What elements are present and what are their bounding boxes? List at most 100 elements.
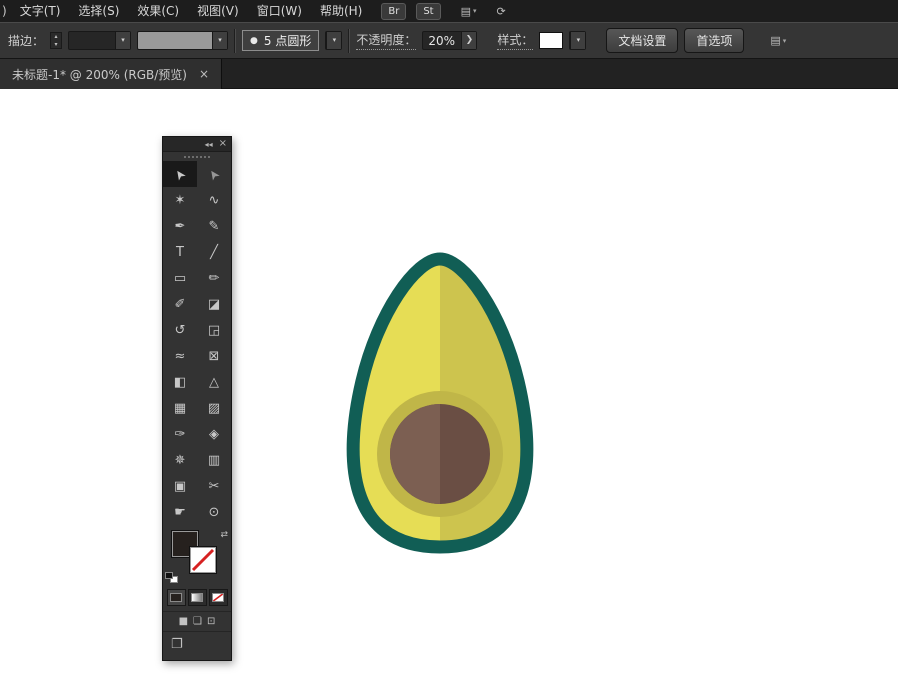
style-swatch[interactable] <box>539 32 564 49</box>
rotate-icon: ↺ <box>174 322 186 338</box>
opacity-combo[interactable]: 20% ❯ <box>422 31 478 50</box>
blend-icon: ◈ <box>209 426 219 442</box>
share-screen-button[interactable]: ⟳ <box>497 5 506 18</box>
hand-tool[interactable]: ☛ <box>163 499 197 525</box>
menu-item-partial[interactable]: ) <box>0 0 11 22</box>
width-profile-combo[interactable]: ▾ <box>137 31 229 50</box>
panel-grip[interactable] <box>163 152 231 161</box>
eyedropper-icon: ✑ <box>174 426 186 442</box>
chevron-right-icon[interactable]: ❯ <box>461 32 477 49</box>
selection-icon: ➤ <box>170 165 190 183</box>
share-screen-icon: ⟳ <box>496 4 506 18</box>
symbol-sprayer-icon: ✵ <box>174 452 186 468</box>
slice-tool[interactable]: ✂ <box>197 473 231 499</box>
brush-definition-combo[interactable]: ● 5 点圆形 <box>242 30 320 51</box>
menu-item-help[interactable]: 帮助(H) <box>311 0 371 22</box>
stroke-swatch[interactable] <box>189 546 217 574</box>
magic-wand-tool[interactable]: ✶ <box>163 187 197 213</box>
shape-builder-tool[interactable]: ◧ <box>163 369 197 395</box>
lasso-tool[interactable]: ∿ <box>197 187 231 213</box>
gradient-tool[interactable]: ▨ <box>197 395 231 421</box>
blend-tool[interactable]: ◈ <box>197 421 231 447</box>
menu-item-select[interactable]: 选择(S) <box>69 0 128 22</box>
chevron-down-icon[interactable]: ▾ <box>115 32 131 49</box>
selection-tool[interactable]: ➤ <box>163 161 197 187</box>
close-icon[interactable]: × <box>199 67 209 81</box>
pen-tool[interactable]: ✒ <box>163 213 197 239</box>
style-caret[interactable]: ▾ <box>569 31 587 50</box>
hand-icon: ☛ <box>174 504 186 520</box>
direct-selection-tool[interactable]: ➤ <box>197 161 231 187</box>
none-slash-icon <box>191 548 215 572</box>
workspace-icon: ▤ <box>460 4 471 18</box>
pencil-tool[interactable]: ✏ <box>197 265 231 291</box>
chevron-down-icon: ▾ <box>473 7 477 15</box>
avocado-artwork[interactable] <box>330 249 550 559</box>
color-button[interactable] <box>166 589 186 606</box>
stroke-weight-combo[interactable]: ▾ <box>68 31 132 50</box>
perspective-grid-icon: △ <box>209 374 219 390</box>
arrange-documents-button[interactable]: ▤ ▾ <box>770 34 786 47</box>
eraser-tool[interactable]: ◪ <box>197 291 231 317</box>
menu-item-window[interactable]: 窗口(W) <box>248 0 311 22</box>
scale-tool[interactable]: ◲ <box>197 317 231 343</box>
preferences-button[interactable]: 首选项 <box>684 28 745 53</box>
rectangle-tool[interactable]: ▭ <box>163 265 197 291</box>
rotate-tool[interactable]: ↺ <box>163 317 197 343</box>
opacity-value: 20% <box>428 33 456 48</box>
default-fill-stroke-icon[interactable] <box>165 572 178 583</box>
none-button[interactable] <box>208 589 228 606</box>
stroke-weight-stepper[interactable]: ▴ ▾ <box>50 32 63 49</box>
workspace-switcher[interactable]: ▤ ▾ <box>461 5 477 18</box>
color-icon <box>170 593 182 602</box>
close-panel-icon[interactable]: × <box>219 139 227 149</box>
line-segment-tool[interactable]: ╱ <box>197 239 231 265</box>
stepper-up-icon: ▴ <box>54 33 58 40</box>
menu-item-view[interactable]: 视图(V) <box>188 0 248 22</box>
mesh-tool[interactable]: ▦ <box>163 395 197 421</box>
menu-item-type[interactable]: 文字(T) <box>11 0 70 22</box>
chevron-down-icon: ▾ <box>326 32 342 49</box>
pencil-icon: ✏ <box>208 270 220 286</box>
screen-mode-button[interactable]: ❐ <box>171 637 183 652</box>
opacity-label[interactable]: 不透明度： <box>356 31 417 50</box>
type-tool[interactable]: T <box>163 239 197 265</box>
chevron-down-icon: ▾ <box>570 32 586 49</box>
menu-item-effect[interactable]: 效果(C) <box>128 0 188 22</box>
brush-definition-caret[interactable]: ▾ <box>325 31 343 50</box>
draw-behind-button[interactable]: ❏ <box>193 616 202 627</box>
gradient-button[interactable] <box>187 589 207 606</box>
slice-icon: ✂ <box>208 478 220 494</box>
none-icon <box>212 593 224 602</box>
document-tab-bar: 未标题-1* @ 200% (RGB/预览) × <box>0 59 898 89</box>
column-graph-tool[interactable]: ▥ <box>197 447 231 473</box>
draw-normal-button[interactable]: ■ <box>179 616 188 627</box>
divider <box>348 28 351 53</box>
eyedropper-tool[interactable]: ✑ <box>163 421 197 447</box>
stroke-label: 描边： <box>8 34 45 48</box>
bridge-button[interactable]: Br <box>381 2 407 20</box>
document-tab[interactable]: 未标题-1* @ 200% (RGB/预览) × <box>0 59 223 89</box>
lasso-icon: ∿ <box>208 192 220 208</box>
free-transform-tool[interactable]: ⊠ <box>197 343 231 369</box>
swap-fill-stroke-icon[interactable]: ⇄ <box>220 530 228 540</box>
style-label[interactable]: 样式： <box>497 31 534 50</box>
document-setup-button[interactable]: 文档设置 <box>606 28 679 53</box>
gradient-icon: ▨ <box>207 400 221 416</box>
symbol-sprayer-tool[interactable]: ✵ <box>163 447 197 473</box>
stock-button[interactable]: St <box>416 2 441 20</box>
arrange-documents-icon: ▤ <box>770 34 781 47</box>
paintbrush-tool[interactable]: ✎ <box>197 213 231 239</box>
width-icon: ≈ <box>174 348 186 364</box>
zoom-tool[interactable]: ⊙ <box>197 499 231 525</box>
tools-panel-header[interactable]: ◂◂ × <box>163 137 231 152</box>
artboard-tool[interactable]: ▣ <box>163 473 197 499</box>
width-tool[interactable]: ≈ <box>163 343 197 369</box>
draw-inside-button[interactable]: ⊡ <box>207 616 215 627</box>
mesh-icon: ▦ <box>173 400 187 416</box>
blob-brush-tool[interactable]: ✐ <box>163 291 197 317</box>
chevron-down-icon: ▾ <box>782 36 787 45</box>
collapse-panel-icon[interactable]: ◂◂ <box>205 140 213 149</box>
perspective-grid-tool[interactable]: △ <box>197 369 231 395</box>
chevron-down-icon[interactable]: ▾ <box>212 32 228 49</box>
